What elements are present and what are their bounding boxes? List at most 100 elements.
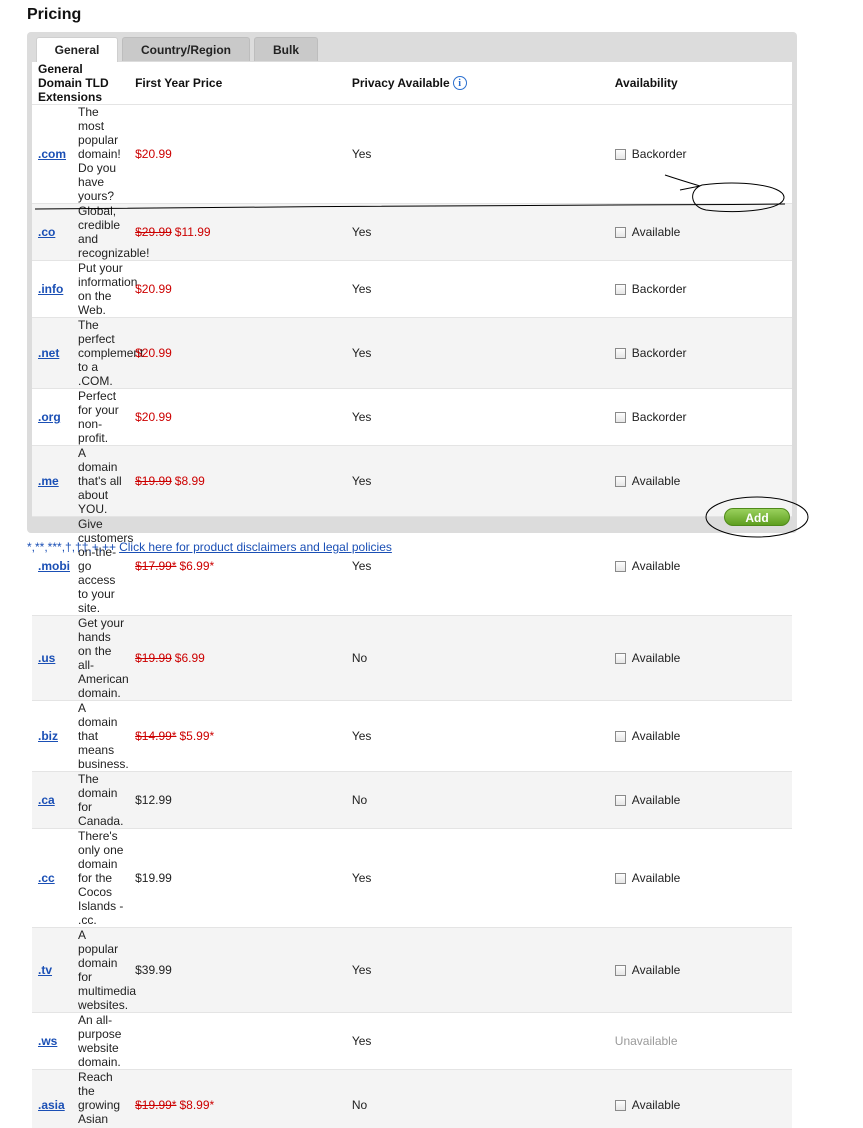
privacy-value: Yes — [352, 410, 372, 424]
header-availability: Availability — [615, 62, 792, 105]
info-icon[interactable]: i — [453, 76, 467, 90]
current-price: $6.99* — [179, 559, 214, 573]
tld-link[interactable]: .us — [38, 651, 55, 665]
tab-country-region[interactable]: Country/Region — [122, 37, 250, 61]
table-cell: Yes — [351, 701, 615, 772]
table-cell: Available — [615, 829, 792, 928]
tld-link[interactable]: .cc — [38, 871, 55, 885]
header-first-year-price: First Year Price — [124, 62, 351, 105]
checkbox[interactable] — [615, 731, 626, 742]
availability-status: Available — [632, 793, 680, 807]
tab-bulk[interactable]: Bulk — [254, 37, 318, 61]
availability-option: Backorder — [615, 346, 792, 360]
tld-link[interactable]: .biz — [38, 729, 58, 743]
table-cell: .net — [32, 318, 78, 389]
checkbox[interactable] — [615, 348, 626, 359]
old-price: $29.99 — [135, 225, 172, 239]
table-cell: .tv — [32, 928, 78, 1013]
old-price: $14.99* — [135, 729, 176, 743]
tld-link[interactable]: .co — [38, 225, 55, 239]
checkbox[interactable] — [615, 653, 626, 664]
checkbox[interactable] — [615, 284, 626, 295]
privacy-value: Yes — [352, 871, 372, 885]
privacy-value: Yes — [352, 225, 372, 239]
table-cell: Available — [615, 517, 792, 616]
table-cell: $39.99 — [124, 928, 351, 1013]
table-cell: No — [351, 616, 615, 701]
checkbox[interactable] — [615, 412, 626, 423]
table-cell: $20.99 — [124, 318, 351, 389]
tld-link[interactable]: .me — [38, 474, 59, 488]
table-cell: Available — [615, 446, 792, 517]
table-row: .netThe perfect complement to a .COM.$20… — [32, 318, 792, 389]
availability-option: Backorder — [615, 282, 792, 296]
tld-link[interactable]: .com — [38, 147, 66, 161]
current-price: $5.99* — [179, 729, 214, 743]
tld-link[interactable]: .asia — [38, 1098, 65, 1112]
table-cell: $19.99 — [124, 829, 351, 928]
table-cell: Unavailable — [615, 1013, 792, 1070]
table-cell: Yes — [351, 1013, 615, 1070]
table-cell: A domain that's all about YOU. — [78, 446, 124, 517]
old-price: $19.99* — [135, 1098, 176, 1112]
old-price: $19.99 — [135, 651, 172, 665]
old-price: $19.99 — [135, 474, 172, 488]
privacy-value: Yes — [352, 559, 372, 573]
availability-status: Available — [632, 963, 680, 977]
tld-description: There's only one domain for the Cocos Is… — [78, 829, 123, 927]
checkbox[interactable] — [615, 149, 626, 160]
table-cell: Get your hands on the all-American domai… — [78, 616, 124, 701]
table-cell: The domain for Canada. — [78, 772, 124, 829]
checkbox[interactable] — [615, 561, 626, 572]
availability-status: Backorder — [632, 147, 687, 161]
current-price: $20.99 — [135, 410, 172, 424]
table-cell: Yes — [351, 204, 615, 261]
table-cell: No — [351, 772, 615, 829]
tld-link[interactable]: .mobi — [38, 559, 70, 573]
table-cell: $20.99 — [124, 105, 351, 204]
checkbox[interactable] — [615, 227, 626, 238]
current-price: $20.99 — [135, 147, 172, 161]
checkbox[interactable] — [615, 795, 626, 806]
privacy-value: No — [352, 793, 367, 807]
table-cell: .ws — [32, 1013, 78, 1070]
table-cell: A popular domain for multimedia websites… — [78, 928, 124, 1013]
table-cell: A domain that means business. — [78, 701, 124, 772]
disclaimer-link[interactable]: Click here for product disclaimers and l… — [119, 540, 392, 554]
tld-link[interactable]: .net — [38, 346, 59, 360]
table-cell: .co — [32, 204, 78, 261]
availability-option: Backorder — [615, 410, 792, 424]
availability-option: Available — [615, 1098, 792, 1112]
availability-status: Available — [632, 729, 680, 743]
availability-option: Available — [615, 871, 792, 885]
availability-option: Available — [615, 963, 792, 977]
tld-link[interactable]: .ca — [38, 793, 55, 807]
checkbox[interactable] — [615, 873, 626, 884]
availability-option: Available — [615, 651, 792, 665]
pricing-table: General Domain TLD Extensions First Year… — [32, 62, 792, 1128]
table-cell: Yes — [351, 829, 615, 928]
checkbox[interactable] — [615, 965, 626, 976]
add-button[interactable]: Add — [724, 508, 790, 526]
table-row: .caThe domain for Canada.$12.99NoAvailab… — [32, 772, 792, 829]
current-price: $6.99 — [175, 651, 205, 665]
table-cell: Available — [615, 928, 792, 1013]
tab-general[interactable]: General — [36, 37, 118, 62]
table-row: .wsAn all-purpose website domain.YesUnav… — [32, 1013, 792, 1070]
tld-link[interactable]: .org — [38, 410, 61, 424]
table-body: .comThe most popular domain! Do you have… — [32, 105, 792, 1128]
privacy-value: Yes — [352, 963, 372, 977]
table-cell: .mobi — [32, 517, 78, 616]
tld-link[interactable]: .tv — [38, 963, 52, 977]
tld-link[interactable]: .info — [38, 282, 63, 296]
availability-status: Available — [632, 474, 680, 488]
header-privacy: Privacy Availablei — [351, 62, 615, 105]
checkbox[interactable] — [615, 476, 626, 487]
tld-description: Get your hands on the all-American domai… — [78, 616, 129, 700]
tld-link[interactable]: .ws — [38, 1034, 57, 1048]
checkbox[interactable] — [615, 1100, 626, 1111]
pricing-table-container: General Domain TLD Extensions First Year… — [32, 62, 792, 503]
availability-status: Available — [632, 225, 680, 239]
current-price: $8.99 — [175, 474, 205, 488]
privacy-value: Yes — [352, 474, 372, 488]
